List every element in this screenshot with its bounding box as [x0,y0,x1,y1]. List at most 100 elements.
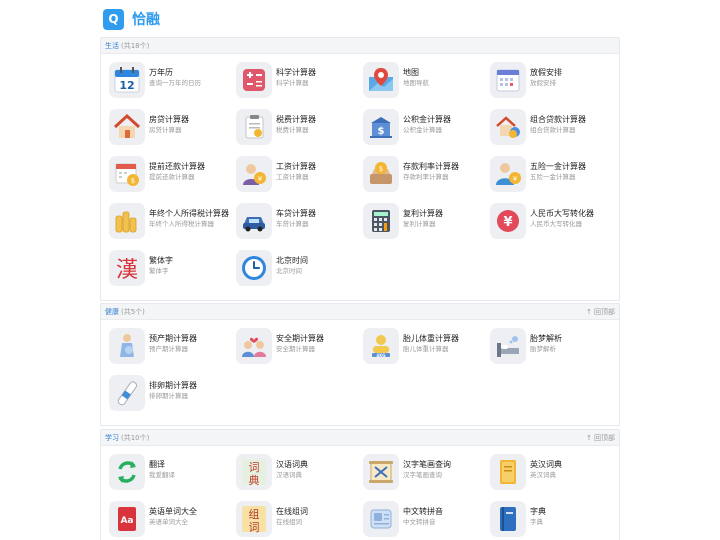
tool-item[interactable]: 车贷计算器 车贷计算器 [236,201,363,248]
section-title[interactable]: 健康 [105,307,119,317]
tool-item[interactable]: 北京时间 北京时间 [236,248,363,295]
svg-text:Aa: Aa [120,516,133,526]
tool-item[interactable]: $ 提前还款计算器 提前还款计算器 [109,154,236,201]
building-calculator-icon [363,203,399,239]
tool-name: 科学计算器 [276,68,316,77]
tool-name: 放假安排 [530,68,562,77]
tool-item[interactable]: 复利计算器 复利计算器 [363,201,490,248]
tool-name: 组合贷款计算器 [530,115,586,124]
tool-item[interactable]: 英汉词典 英汉词典 [490,452,617,499]
tool-item[interactable]: $ 存款利率计算器 存款利率计算器 [363,154,490,201]
app-logo[interactable]: Q [103,8,124,30]
tool-name: 汉语词典 [276,460,308,469]
tool-desc: 排卵期计算器 [149,392,188,400]
tool-item[interactable]: 税费计算器 税费计算器 [236,107,363,154]
tool-desc: 北京时间 [276,267,302,275]
brand-name[interactable]: 恰融 [132,9,160,29]
tool-item[interactable]: 年终个人所得税计算器 年终个人所得税计算器 [109,201,236,248]
tool-desc: 存款利率计算器 [403,173,449,181]
tool-item[interactable]: 中文转拼音 中文转拼音 [363,499,490,540]
chinese-dictionary-icon: 词典 [236,454,272,490]
tool-name: 地图 [403,68,419,77]
word-group-icon: 组词 [236,501,272,537]
tax-clipboard-icon [236,109,272,145]
stroke-scroll-icon [363,454,399,490]
tool-desc: 汉语词典 [276,471,302,479]
tool-item[interactable]: 安全期计算器 安全期计算器 [236,326,363,373]
section-header: 生活 (共18个) [101,38,619,54]
tool-desc: 人民币大写转化器 [530,220,582,228]
tool-desc: 英汉词典 [530,471,556,479]
svg-text:组: 组 [249,507,260,521]
tool-item[interactable]: 4KG 胎儿体重计算器 胎儿体重计算器 [363,326,490,373]
app-header: Q 恰融 [103,7,160,31]
deposit-box-icon: $ [363,156,399,192]
english-dictionary-icon [490,454,526,490]
tool-name: 在线组词 [276,507,308,516]
svg-text:词: 词 [249,521,260,534]
tool-item[interactable]: 排卵期计算器 排卵期计算器 [109,373,236,420]
salary-person-icon: ¥ [236,156,272,192]
ovulation-test-icon [109,375,145,411]
tool-name: 北京时间 [276,256,308,265]
tool-name: 翻译 [149,460,165,469]
tool-item[interactable]: 词典汉语词典 汉语词典 [236,452,363,499]
tool-item[interactable]: ¥ 工资计算器 工资计算器 [236,154,363,201]
tool-name: 复利计算器 [403,209,443,218]
glyph: 漢 [116,258,138,283]
section-count: (共5个) [121,307,145,316]
tool-name: 英汉词典 [530,460,562,469]
tool-item[interactable]: 科学计算器 科学计算器 [236,60,363,107]
svg-text:词: 词 [249,461,260,474]
aa-book-icon: Aa [109,501,145,537]
tool-item[interactable]: $ 公积金计算器 公积金计算器 [363,107,490,154]
section-title[interactable]: 学习 [105,433,119,443]
svg-text:$: $ [378,126,385,137]
svg-text:¥: ¥ [503,215,512,230]
tool-desc: 中文转拼音 [403,518,436,526]
tool-name: 人民币大写转化器 [530,209,594,218]
tool-item[interactable]: 房贷计算器 房贷计算器 [109,107,236,154]
tool-item[interactable]: Aa 英语单词大全 英语单词大全 [109,499,236,540]
tool-name: 年终个人所得税计算器 [149,209,229,218]
tool-desc: 五险一金计算器 [530,173,576,181]
tool-item[interactable]: 字典 字典 [490,499,617,540]
tool-name: 字典 [530,507,546,516]
tool-desc: 汉字笔画查询 [403,471,442,479]
section-title[interactable]: 生活 [105,41,119,51]
tool-item[interactable]: 地图 地图导航 [363,60,490,107]
tool-desc: 车贷计算器 [276,220,309,228]
tool-desc: 税费计算器 [276,126,309,134]
tool-name: 车贷计算器 [276,209,316,218]
tool-name: 万年历 [149,68,173,77]
tool-desc: 科学计算器 [276,79,309,87]
tool-item[interactable]: 漢繁体字 繁体字 [109,248,236,295]
tool-item[interactable]: ¥ 五险一金计算器 五险一金计算器 [490,154,617,201]
tool-desc: 在线组词 [276,518,302,526]
svg-text:¥: ¥ [258,175,263,183]
tool-item[interactable]: 12 万年历 查询一万年的日历 [109,60,236,107]
tool-item[interactable]: 翻译 我爱翻译 [109,452,236,499]
tool-name: 公积金计算器 [403,115,451,124]
tool-item[interactable]: 组词在线组词 在线组词 [236,499,363,540]
tool-desc: 工资计算器 [276,173,309,181]
tool-item[interactable]: 组合贷款计算器 组合贷款计算器 [490,107,617,154]
tool-desc: 房贷计算器 [149,126,182,134]
tool-name: 房贷计算器 [149,115,189,124]
tool-item[interactable]: ¥ 人民币大写转化器 人民币大写转化器 [490,201,617,248]
tool-item[interactable]: 预产期计算器 预产期计算器 [109,326,236,373]
tool-desc: 英语单词大全 [149,518,188,526]
back-to-top-link[interactable]: ↑ 回顶部 [586,307,615,317]
coin-stack-icon [109,203,145,239]
han-character-icon: 漢 [109,250,145,286]
tool-name: 预产期计算器 [149,334,197,343]
tool-name: 繁体字 [149,256,173,265]
back-to-top-link[interactable]: ↑ 回顶部 [586,433,615,443]
tool-desc: 组合贷款计算器 [530,126,576,134]
tool-item[interactable]: 汉字笔画查询 汉字笔画查询 [363,452,490,499]
tool-item[interactable]: 放假安排 放假安排 [490,60,617,107]
tool-item[interactable]: 胎梦解析 胎梦解析 [490,326,617,373]
tool-desc: 胎儿体重计算器 [403,345,449,353]
section-life: 生活 (共18个) 12 万年历 查询一万年的日历 科学计算器 科学计算器 地图 地图导航 放假安… [100,37,620,301]
pregnancy-icon [109,328,145,364]
